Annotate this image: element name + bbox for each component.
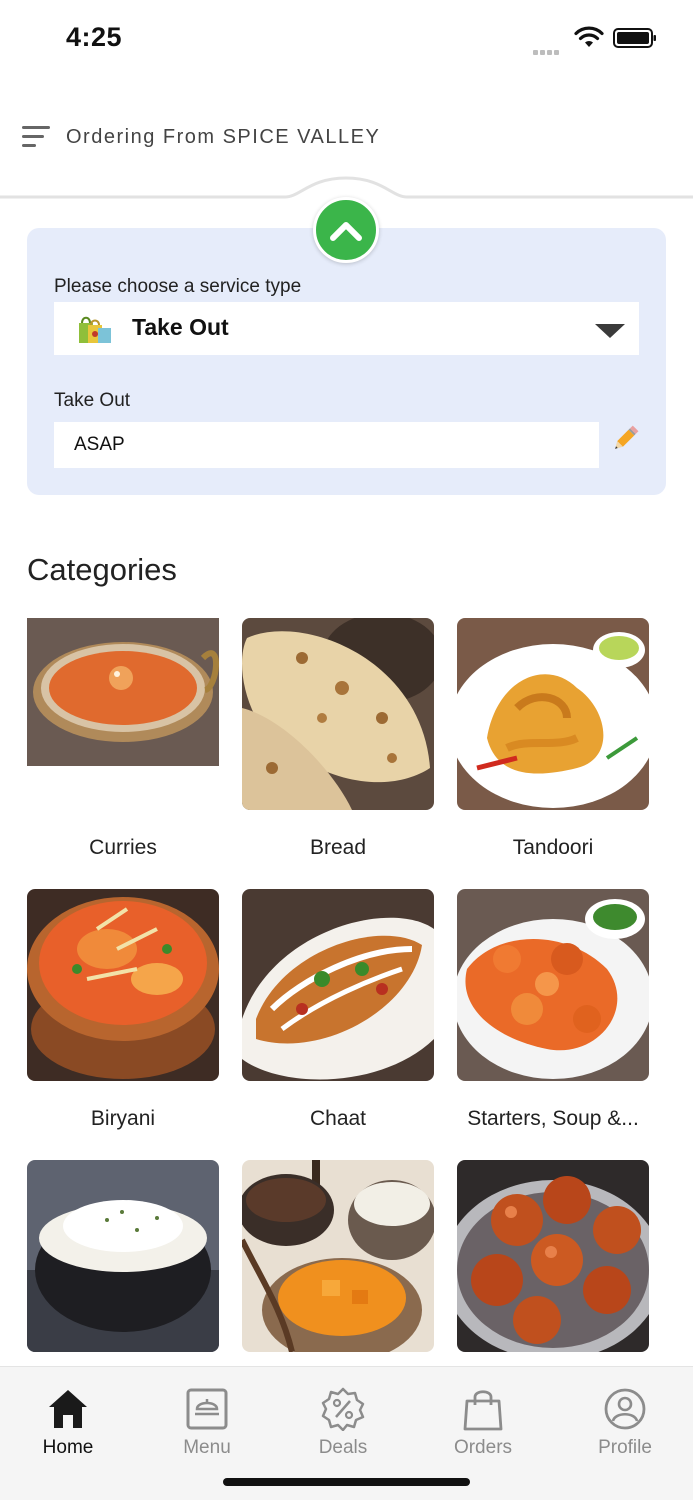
battery-icon [613, 28, 656, 48]
deals-badge-icon [321, 1387, 365, 1431]
category-card-rice[interactable] [27, 1160, 219, 1366]
category-name: Tandoori [512, 836, 594, 859]
category-card-bread[interactable]: Bread [242, 618, 434, 860]
category-card-curries[interactable]: Curries [27, 618, 219, 860]
tab-label: Profile [598, 1437, 652, 1458]
home-indicator [223, 1478, 470, 1486]
dropdown-arrow-icon [595, 324, 625, 338]
category-image [457, 889, 649, 1081]
category-card-biryani[interactable]: Biryani [27, 889, 219, 1131]
service-type-label: Please choose a service type [54, 276, 302, 297]
category-name: Starters, Soup &... [467, 1107, 639, 1130]
service-type-dropdown[interactable]: Take Out [54, 302, 639, 355]
category-name: Chaat [309, 1107, 367, 1130]
edit-pencil-icon[interactable] [610, 424, 640, 454]
status-time: 4:25 [66, 22, 123, 52]
category-image [27, 618, 219, 810]
categories-grid: Curries Bread Tandoori Biryani Chaat Sta… [27, 618, 667, 1366]
category-image [27, 889, 219, 1081]
menu-tray-icon [186, 1388, 228, 1430]
tab-label: Menu [183, 1437, 231, 1458]
header-title: Ordering From SPICE VALLEY [66, 126, 381, 148]
category-image [242, 1160, 434, 1352]
category-card-starters[interactable]: Starters, Soup &... [457, 889, 649, 1131]
wifi-icon [574, 26, 604, 47]
profile-avatar-icon [604, 1388, 646, 1430]
tab-menu[interactable]: Menu [147, 1387, 267, 1459]
service-type-panel: Please choose a service type Take Out Ta… [27, 228, 666, 495]
tab-label: Deals [318, 1437, 368, 1458]
category-card-desserts[interactable] [457, 1160, 649, 1366]
category-image [457, 1160, 649, 1352]
categories-title: Categories [27, 552, 177, 587]
tab-label: Orders [453, 1437, 513, 1458]
status-bar: 4:25 [0, 0, 693, 80]
home-icon [49, 1390, 87, 1428]
header: Ordering From SPICE VALLEY [0, 100, 693, 180]
tab-deals[interactable]: Deals [283, 1387, 403, 1459]
chevron-up-icon [330, 222, 362, 241]
category-image [457, 618, 649, 810]
category-card-tandoori[interactable]: Tandoori [457, 618, 649, 860]
tab-label: Home [42, 1437, 94, 1458]
category-name: Biryani [90, 1107, 156, 1130]
pickup-time-label: Take Out [54, 390, 131, 411]
category-name: Bread [309, 836, 367, 859]
cellular-signal-icon [533, 42, 565, 55]
category-image [242, 889, 434, 1081]
category-name: Curries [89, 836, 157, 859]
pickup-time-field[interactable]: ASAP [54, 422, 599, 468]
tab-orders[interactable]: Orders [423, 1387, 543, 1459]
hamburger-menu-icon[interactable] [22, 126, 52, 150]
shopping-bag-icon [463, 1390, 503, 1431]
category-image [242, 618, 434, 810]
tab-home[interactable]: Home [8, 1387, 128, 1459]
category-image [27, 1160, 219, 1352]
collapse-panel-button[interactable] [313, 197, 379, 263]
service-type-value: Take Out [132, 314, 229, 340]
shopping-bag-icon [79, 316, 111, 343]
tab-profile[interactable]: Profile [565, 1387, 685, 1459]
category-card-sides[interactable] [242, 1160, 434, 1366]
category-card-chaat[interactable]: Chaat [242, 889, 434, 1131]
